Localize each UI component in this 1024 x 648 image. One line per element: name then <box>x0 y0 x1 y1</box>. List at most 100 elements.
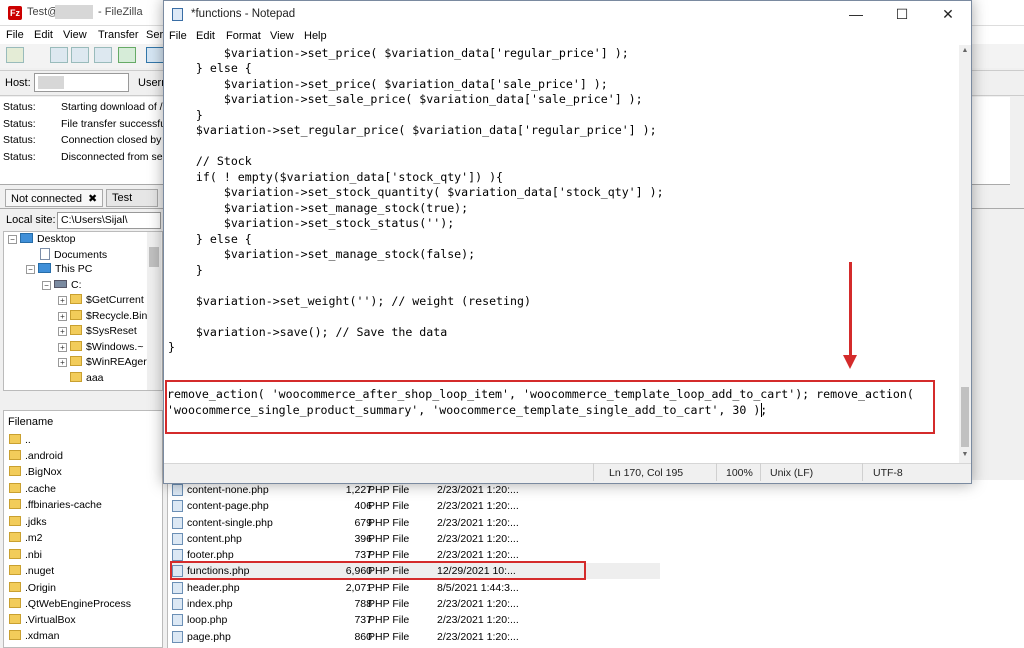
close-tab-icon[interactable]: ✖ <box>88 193 97 205</box>
file-date: 2/23/2021 1:20:... <box>437 533 519 545</box>
expand-icon[interactable]: + <box>58 296 67 305</box>
tree-item-this-pc[interactable]: − This PC <box>26 263 92 278</box>
tree-item-desktop[interactable]: − Desktop <box>8 233 76 248</box>
list-item[interactable]: .xdman <box>9 630 59 646</box>
list-item[interactable]: .QtWebEngineProcess <box>9 598 131 614</box>
fz-menu-view[interactable]: View <box>63 29 87 41</box>
table-row[interactable]: header.php 2,071 PHP File 8/5/2021 1:44:3..… <box>172 580 660 596</box>
list-item[interactable]: .VirtualBox <box>9 614 76 630</box>
status-separator <box>716 463 717 481</box>
toggle-local-tree-icon[interactable] <box>71 47 89 63</box>
list-item[interactable]: .BigNox <box>9 466 62 482</box>
file-date: 2/23/2021 1:20:... <box>437 598 519 610</box>
file-type: PHP File <box>368 549 410 561</box>
collapse-icon[interactable]: − <box>8 235 17 244</box>
tree-item-folder[interactable]: + $SysReset <box>58 325 137 340</box>
tree-item-folder[interactable]: + $Windows.~ <box>58 341 143 356</box>
expand-icon[interactable]: + <box>58 343 67 352</box>
added-code-annotation-box <box>165 380 935 434</box>
menu-view[interactable]: View <box>270 30 294 42</box>
tree-item-folder[interactable]: + $Recycle.Bin <box>58 310 147 325</box>
filezilla-title-app: - FileZilla <box>98 6 143 18</box>
expand-icon[interactable]: + <box>58 358 67 367</box>
list-item[interactable]: .jdks <box>9 516 47 532</box>
menu-format[interactable]: Format <box>226 30 261 42</box>
tree-item-folder[interactable]: aaa <box>70 372 104 387</box>
tree-label: This PC <box>55 263 93 275</box>
table-row[interactable]: index.php 788 PHP File 2/23/2021 1:20:... <box>172 596 660 612</box>
fz-menu-server[interactable]: Ser <box>146 29 163 41</box>
file-name: .QtWebEngineProcess <box>25 598 132 610</box>
file-name: .xdman <box>25 630 60 642</box>
local-site-input[interactable]: C:\Users\Sijal\ <box>57 212 161 229</box>
table-row[interactable]: content-single.php 679 PHP File 2/23/2021 1… <box>172 515 660 531</box>
file-type: PHP File <box>368 631 410 643</box>
file-size: 406 <box>354 500 372 512</box>
menu-help[interactable]: Help <box>304 30 327 42</box>
scroll-up-icon[interactable]: ▲ <box>959 45 971 57</box>
file-size: 679 <box>354 517 372 529</box>
filezilla-title-prefix: Test@ <box>27 6 59 18</box>
tree-label: Desktop <box>37 233 76 245</box>
table-row[interactable]: page.php 860 PHP File 2/23/2021 1:20:... <box>172 629 660 645</box>
menu-edit[interactable]: Edit <box>196 30 215 42</box>
tree-scrollbar-thumb[interactable] <box>149 247 159 267</box>
status-separator <box>760 463 761 481</box>
file-size: 737 <box>354 549 372 561</box>
tab-test[interactable]: Test <box>106 189 158 207</box>
list-item[interactable]: .Origin <box>9 582 56 598</box>
code-line: } else { <box>168 61 252 75</box>
close-button[interactable]: ✕ <box>925 1 971 28</box>
list-item[interactable]: .nuget <box>9 565 54 581</box>
list-item[interactable]: .m2 <box>9 532 43 548</box>
tree-item-documents[interactable]: Documents <box>40 248 107 263</box>
tree-item-folder[interactable]: + $WinREAger <box>58 356 147 371</box>
scrollbar-thumb[interactable] <box>961 387 969 447</box>
table-row[interactable]: loop.php 737 PHP File 2/23/2021 1:20:... <box>172 612 660 628</box>
maximize-button[interactable]: ☐ <box>879 1 925 28</box>
scroll-down-icon[interactable]: ▼ <box>959 449 971 461</box>
expand-icon[interactable]: + <box>58 312 67 321</box>
notepad-title: *functions - Notepad <box>191 8 296 20</box>
menu-file[interactable]: File <box>169 30 187 42</box>
tab-not-connected[interactable]: Not connected ✖ <box>5 189 104 207</box>
notepad-statusbar <box>164 463 971 483</box>
list-item[interactable]: .ffbinaries-cache <box>9 499 102 515</box>
fz-menu-transfer[interactable]: Transfer <box>98 29 139 41</box>
collapse-icon[interactable]: − <box>26 265 35 274</box>
tree-item-drive-c[interactable]: − C: <box>42 279 82 294</box>
text-caret <box>761 403 762 417</box>
filename-column-header[interactable]: Filename <box>8 416 53 428</box>
code-line: $variation->set_stock_status(''); <box>168 216 455 230</box>
table-row[interactable]: content-page.php 406 PHP File 2/23/2021 1:2… <box>172 498 660 514</box>
fz-menu-edit[interactable]: Edit <box>34 29 53 41</box>
code-line: } <box>168 108 203 122</box>
list-item[interactable]: .android <box>9 450 63 466</box>
table-row[interactable]: content-none.php 1,227 PHP File 2/23/2021 1… <box>172 482 660 498</box>
refresh-icon[interactable] <box>146 47 164 63</box>
zoom-level: 100% <box>726 467 753 479</box>
php-file-icon <box>172 631 183 643</box>
file-name: .jdks <box>25 516 47 528</box>
minimize-button[interactable]: — <box>833 1 879 28</box>
list-item[interactable]: .nbi <box>9 549 42 565</box>
remote-tree-scrollbar[interactable] <box>1010 210 1024 390</box>
tree-label: $WinREAger <box>86 356 147 368</box>
notepad-titlebar[interactable]: *functions - Notepad — ☐ ✕ <box>164 1 971 28</box>
transfer-queue-icon[interactable] <box>118 47 136 63</box>
list-item[interactable]: .. <box>9 434 31 450</box>
site-manager-icon[interactable] <box>6 47 24 63</box>
file-date: 2/23/2021 1:20:... <box>437 484 519 496</box>
table-row[interactable]: content.php 396 PHP File 2/23/2021 1:20:... <box>172 531 660 547</box>
fz-menu-file[interactable]: File <box>6 29 24 41</box>
log-scrollbar[interactable] <box>1010 97 1024 185</box>
folder-icon <box>70 341 82 351</box>
collapse-icon[interactable]: − <box>42 281 51 290</box>
expand-icon[interactable]: + <box>58 327 67 336</box>
list-item[interactable]: .cache <box>9 483 56 499</box>
toggle-log-icon[interactable] <box>50 47 68 63</box>
code-line: } else { <box>168 232 252 246</box>
tree-item-folder[interactable]: + $GetCurrent <box>58 294 144 309</box>
file-size: 788 <box>354 598 372 610</box>
toggle-remote-tree-icon[interactable] <box>94 47 112 63</box>
